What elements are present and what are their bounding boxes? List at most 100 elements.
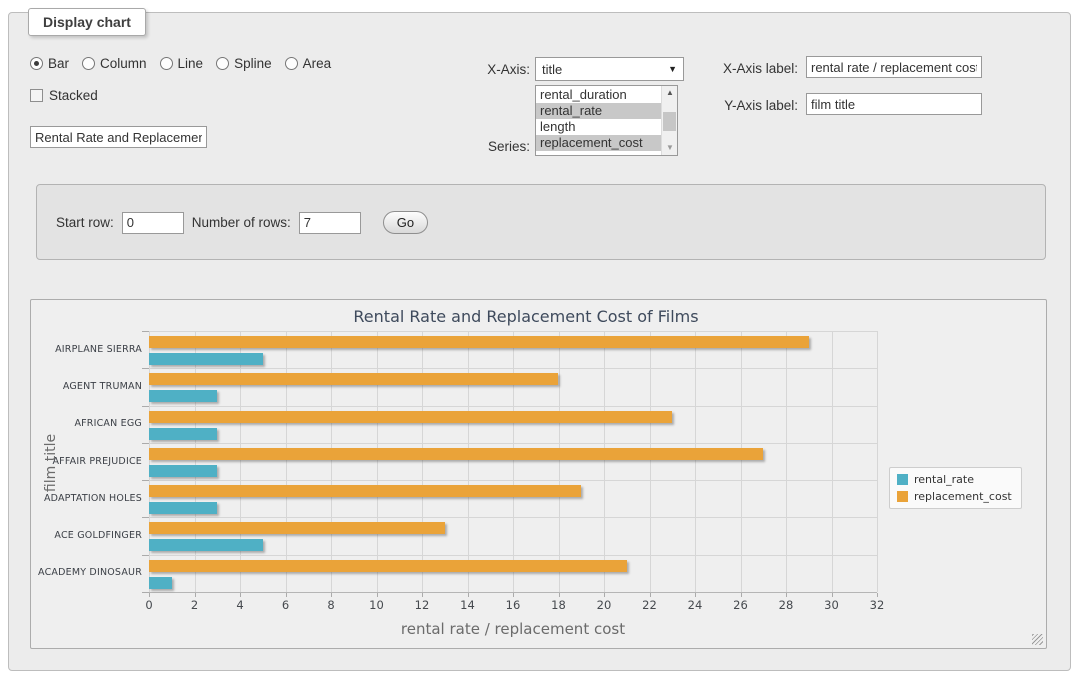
series-scrollbar[interactable]: ▲ ▼ <box>661 86 677 155</box>
y-tick <box>142 480 149 481</box>
radio-icon-spline[interactable] <box>216 57 229 70</box>
legend-swatch-rental_rate <box>897 474 908 485</box>
x-tick <box>286 593 287 597</box>
chart-container: Rental Rate and Replacement Cost of Film… <box>30 299 1047 649</box>
x-tick <box>331 593 332 597</box>
plot-area <box>149 331 877 592</box>
category-label-1: AGENT TRUMAN <box>31 381 142 392</box>
y-tick <box>142 443 149 444</box>
y-tick <box>142 406 149 407</box>
series-options: rental_durationrental_ratelengthreplacem… <box>536 87 661 151</box>
radio-label-bar: Bar <box>48 56 69 71</box>
gridline <box>650 331 651 592</box>
legend-item-replacement_cost[interactable]: replacement_cost <box>897 490 1012 503</box>
x-tick <box>195 593 196 597</box>
legend-item-rental_rate[interactable]: rental_rate <box>897 473 1012 486</box>
chart-type-radio-group: Bar Column Line Spline Area <box>30 56 331 71</box>
bar-replacement_cost-1 <box>149 373 558 385</box>
band-gridline <box>149 480 877 481</box>
x-tick <box>786 593 787 597</box>
y-tick <box>142 555 149 556</box>
gridline <box>559 331 560 592</box>
bar-rental_rate-5 <box>149 539 263 551</box>
x-tick <box>559 593 560 597</box>
num-rows-label: Number of rows: <box>192 215 291 230</box>
x-tick <box>468 593 469 597</box>
band-gridline <box>149 406 877 407</box>
start-row-input[interactable] <box>122 212 184 234</box>
x-tick <box>741 593 742 597</box>
band-gridline <box>149 517 877 518</box>
scroll-down-icon[interactable]: ▼ <box>662 141 678 155</box>
x-tick-label: 18 <box>539 598 579 612</box>
page: Display chart BarColumnLineSplineArea St… <box>0 0 1081 681</box>
y-tick <box>142 517 149 518</box>
category-label-5: ACE GOLDFINGER <box>31 530 142 541</box>
stacked-checkbox[interactable] <box>30 89 43 102</box>
gridline <box>240 331 241 592</box>
chevron-down-icon: ▼ <box>668 64 677 74</box>
resize-handle-icon[interactable] <box>1032 634 1043 645</box>
radio-option-bar[interactable]: Bar <box>30 56 69 71</box>
radio-icon-line[interactable] <box>160 57 173 70</box>
chart-title-input[interactable] <box>30 126 207 148</box>
x-tick <box>149 593 150 597</box>
band-gridline <box>149 443 877 444</box>
series-option-rental_duration[interactable]: rental_duration <box>536 87 661 103</box>
gridline <box>604 331 605 592</box>
x-axis-label-caption: X-Axis label: <box>705 61 798 76</box>
scrollbar-thumb[interactable] <box>663 112 676 131</box>
num-rows-input[interactable] <box>299 212 361 234</box>
go-button[interactable]: Go <box>383 211 428 234</box>
series-listbox[interactable]: rental_durationrental_ratelengthreplacem… <box>535 85 678 156</box>
radio-option-area[interactable]: Area <box>285 56 332 71</box>
series-label: Series: <box>450 139 530 154</box>
stacked-label: Stacked <box>49 88 98 103</box>
band-gridline <box>149 368 877 369</box>
scroll-up-icon[interactable]: ▲ <box>662 86 678 100</box>
x-axis-selected-value: title <box>542 62 668 77</box>
gridline <box>695 331 696 592</box>
bar-rental_rate-6 <box>149 577 172 589</box>
legend-label-rental_rate: rental_rate <box>914 473 974 486</box>
y-tick <box>142 368 149 369</box>
bar-replacement_cost-6 <box>149 560 627 572</box>
x-tick-label: 12 <box>402 598 442 612</box>
x-tick <box>604 593 605 597</box>
radio-icon-bar[interactable] <box>30 57 43 70</box>
y-axis-label-input[interactable] <box>806 93 982 115</box>
bar-replacement_cost-5 <box>149 522 445 534</box>
category-label-6: ACADEMY DINOSAUR <box>31 567 142 578</box>
legend-label-replacement_cost: replacement_cost <box>914 490 1012 503</box>
bar-replacement_cost-0 <box>149 336 809 348</box>
bar-replacement_cost-2 <box>149 411 672 423</box>
x-tick-label: 32 <box>857 598 897 612</box>
gridline <box>832 331 833 592</box>
radio-label-column: Column <box>100 56 147 71</box>
series-option-length[interactable]: length <box>536 119 661 135</box>
x-axis-label-input[interactable] <box>806 56 982 78</box>
x-tick <box>695 593 696 597</box>
radio-icon-column[interactable] <box>82 57 95 70</box>
x-axis-select[interactable]: title ▼ <box>535 57 684 81</box>
series-option-rental_rate[interactable]: rental_rate <box>536 103 661 119</box>
stacked-row: Stacked <box>30 88 98 103</box>
gridline <box>422 331 423 592</box>
x-tick <box>377 593 378 597</box>
gridline <box>331 331 332 592</box>
category-label-0: AIRPLANE SIERRA <box>31 344 142 355</box>
x-tick-label: 24 <box>675 598 715 612</box>
chart-title: Rental Rate and Replacement Cost of Film… <box>31 307 1021 326</box>
radio-option-spline[interactable]: Spline <box>216 56 272 71</box>
radio-icon-area[interactable] <box>285 57 298 70</box>
x-tick-label: 8 <box>311 598 351 612</box>
radio-label-line: Line <box>178 56 204 71</box>
series-option-replacement_cost[interactable]: replacement_cost <box>536 135 661 151</box>
x-tick <box>513 593 514 597</box>
radio-option-column[interactable]: Column <box>82 56 147 71</box>
bar-rental_rate-2 <box>149 428 217 440</box>
x-tick-label: 20 <box>584 598 624 612</box>
radio-label-spline: Spline <box>234 56 272 71</box>
radio-option-line[interactable]: Line <box>160 56 204 71</box>
rows-panel: Start row: Number of rows: Go <box>36 184 1046 260</box>
